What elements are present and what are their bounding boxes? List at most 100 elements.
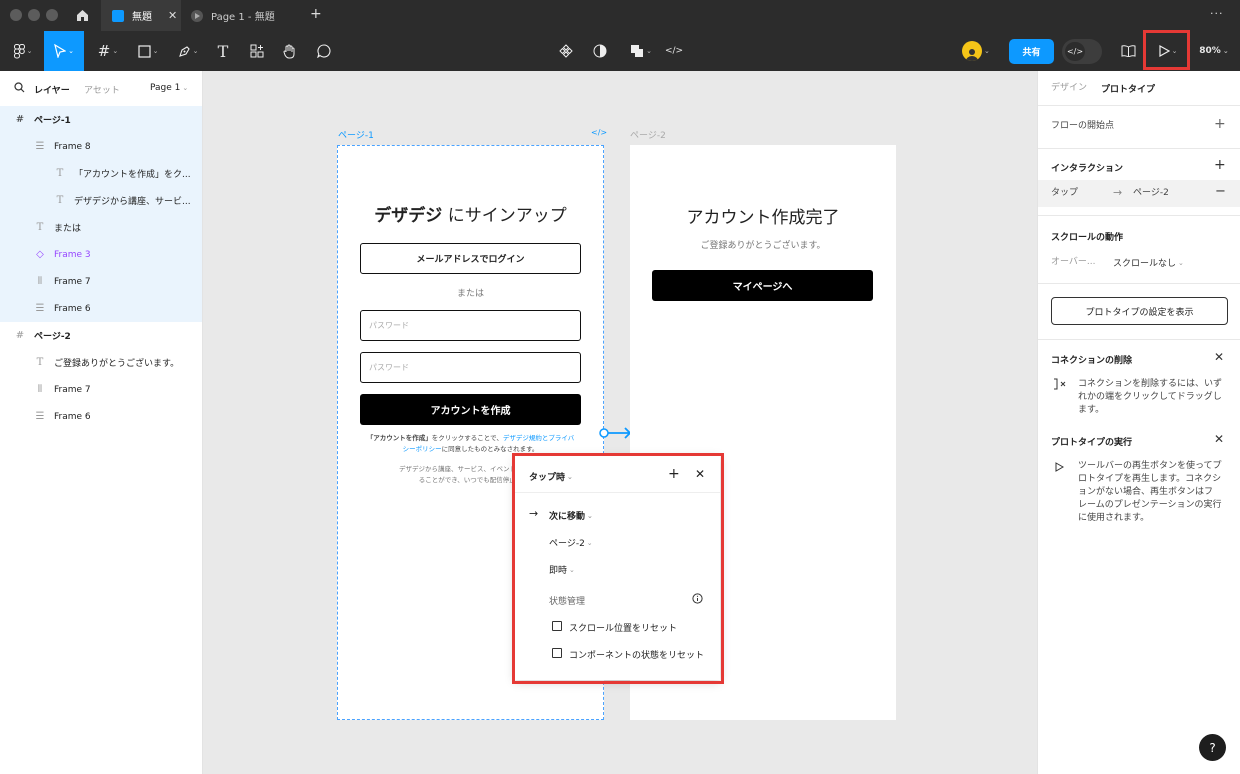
tab-page1-untitled[interactable]: Page 1 - 無題	[191, 0, 275, 31]
tab-prototype[interactable]: プロトタイプ	[1101, 82, 1155, 95]
dev-mode-toggle[interactable]: </>	[1062, 39, 1102, 64]
search-icon[interactable]	[14, 82, 25, 93]
help-button[interactable]: ?	[1199, 734, 1226, 761]
tab-layers[interactable]: レイヤー	[34, 83, 70, 96]
mypage-button[interactable]: マイページへ	[652, 270, 873, 301]
maximize-window-dot[interactable]	[46, 9, 58, 21]
terms-link-2[interactable]: シーポリシー	[403, 445, 442, 453]
auto-layout-vertical-icon: ☰	[35, 303, 45, 314]
boolean-ops-button[interactable]: ⌄	[624, 31, 658, 71]
tab-untitled[interactable]: 無題 ✕	[101, 0, 181, 31]
terms-end: に同意したものとみなされます。	[441, 445, 539, 453]
layer-row[interactable]: ⦀ Frame 7	[0, 268, 202, 295]
interaction-trigger: タップ	[1051, 188, 1079, 198]
tab-title-page1: Page 1 - 無題	[211, 12, 275, 23]
library-button[interactable]	[1118, 31, 1138, 71]
tab-assets[interactable]: アセット	[84, 83, 120, 96]
interaction-title: インタラクション	[1051, 164, 1124, 174]
password-field-2[interactable]: パスワード	[360, 352, 581, 383]
layer-row[interactable]: T ご登録ありがとうございます。	[0, 349, 202, 376]
pen-icon	[178, 45, 190, 57]
frame-label-page1[interactable]: ページ-1	[338, 128, 374, 141]
page-selector[interactable]: Page 1 ⌄	[150, 83, 188, 93]
help-line: レームのプレゼンテーションの実行	[1078, 500, 1222, 510]
reset-scroll-checkbox[interactable]	[552, 621, 562, 631]
terms-link-1[interactable]: デザデジ規約とプライバ	[503, 434, 574, 442]
resources-icon	[250, 44, 264, 58]
remove-interaction-icon[interactable]: −	[1215, 184, 1226, 199]
mask-button[interactable]	[590, 31, 610, 71]
layer-row[interactable]: T デザデジから講座、サービ...	[0, 187, 202, 214]
file-icon	[112, 9, 124, 22]
signup-title-brand: デザデジ	[374, 206, 443, 226]
prototype-connection-arrow[interactable]	[598, 426, 634, 440]
avatar	[962, 41, 982, 61]
layer-row[interactable]: T 「アカウントを作成」をク...	[0, 160, 202, 187]
reset-scroll-label: スクロール位置をリセット	[569, 624, 678, 634]
layer-row[interactable]: # ページ-1	[0, 106, 202, 133]
destination-select[interactable]: ページ-2 ⌄	[549, 536, 593, 550]
layer-row[interactable]: ☰ Frame 6	[0, 403, 202, 430]
book-icon	[1121, 45, 1135, 57]
dev-code-button[interactable]: </>	[664, 31, 684, 71]
shape-tool-button[interactable]: ⌄	[132, 31, 164, 71]
minimize-window-dot[interactable]	[28, 9, 40, 21]
resources-button[interactable]	[246, 31, 268, 71]
animation-select[interactable]: 即時 ⌄	[549, 563, 575, 577]
text-tool-button[interactable]: T	[212, 31, 234, 71]
animation-label: 即時	[549, 566, 568, 576]
move-tool-button[interactable]: ⌄	[44, 31, 84, 71]
complete-title: アカウント作成完了	[686, 208, 840, 228]
close-window-dot[interactable]	[10, 9, 22, 21]
layer-row[interactable]: T または	[0, 214, 202, 241]
comment-icon	[317, 44, 331, 58]
divider	[1038, 215, 1240, 216]
interaction-row[interactable]: タップ → ページ-2 −	[1038, 180, 1240, 207]
email-login-button[interactable]: メールアドレスでログイン	[360, 243, 581, 274]
layer-row[interactable]: ☰ Frame 8	[0, 133, 202, 160]
main-menu-button[interactable]: ⌄	[8, 31, 38, 71]
show-prototype-settings-button[interactable]: プロトタイプの設定を表示	[1051, 297, 1228, 325]
dev-code-icon[interactable]: </>	[591, 128, 607, 137]
chevron-down-icon: ⌄	[26, 47, 33, 55]
zoom-menu[interactable]: 80% ⌄	[1194, 31, 1234, 71]
comment-tool-button[interactable]	[313, 31, 335, 71]
present-button[interactable]: ⌄	[1150, 31, 1186, 71]
scroll-behavior-select[interactable]: スクロールなし ⌄	[1113, 256, 1184, 270]
component-button[interactable]	[556, 31, 576, 71]
close-icon[interactable]: ✕	[695, 467, 705, 481]
layer-row[interactable]: ◇ Frame 3	[0, 241, 202, 268]
password-field-1[interactable]: パスワード	[360, 310, 581, 341]
trigger-select[interactable]: タップ時 ⌄	[529, 470, 573, 484]
close-icon[interactable]: ✕	[1214, 432, 1224, 446]
info-icon[interactable]	[692, 593, 703, 604]
layer-label: ページ-2	[34, 332, 71, 342]
reset-component-checkbox[interactable]	[552, 648, 562, 658]
frame-label-page2[interactable]: ページ-2	[630, 128, 666, 141]
frame-hash-icon: #	[15, 330, 25, 341]
add-action-icon[interactable]: +	[668, 466, 680, 482]
more-menu-icon[interactable]: ···	[1210, 7, 1224, 20]
play-tab-icon	[191, 9, 203, 22]
add-flow-icon[interactable]: +	[1214, 116, 1226, 132]
frame-tool-button[interactable]: # ⌄	[92, 31, 124, 71]
layer-row[interactable]: ☰ Frame 6	[0, 295, 202, 322]
action-select[interactable]: 次に移動 ⌄	[549, 509, 593, 523]
create-account-button[interactable]: アカウントを作成	[360, 394, 581, 425]
home-icon[interactable]	[76, 9, 89, 22]
close-icon[interactable]: ✕	[1214, 350, 1224, 364]
hand-tool-button[interactable]	[279, 31, 301, 71]
add-interaction-icon[interactable]: +	[1214, 157, 1226, 173]
pen-tool-button[interactable]: ⌄	[172, 31, 204, 71]
layer-row[interactable]: # ページ-2	[0, 322, 202, 349]
layer-row[interactable]: ⦀ Frame 7	[0, 376, 202, 403]
close-tab-icon[interactable]: ✕	[168, 9, 177, 22]
share-button[interactable]: 共有	[1009, 39, 1054, 64]
text-icon: T	[56, 195, 64, 206]
new-tab-button[interactable]: +	[310, 6, 322, 22]
layer-label: 「アカウントを作成」をク...	[74, 170, 191, 180]
text-tool-icon: T	[217, 41, 229, 61]
user-avatar-button[interactable]: ⌄	[962, 40, 990, 62]
tab-design[interactable]: デザイン	[1051, 82, 1087, 95]
help-line: ツールバーの再生ボタンを使ってプ	[1078, 461, 1222, 471]
